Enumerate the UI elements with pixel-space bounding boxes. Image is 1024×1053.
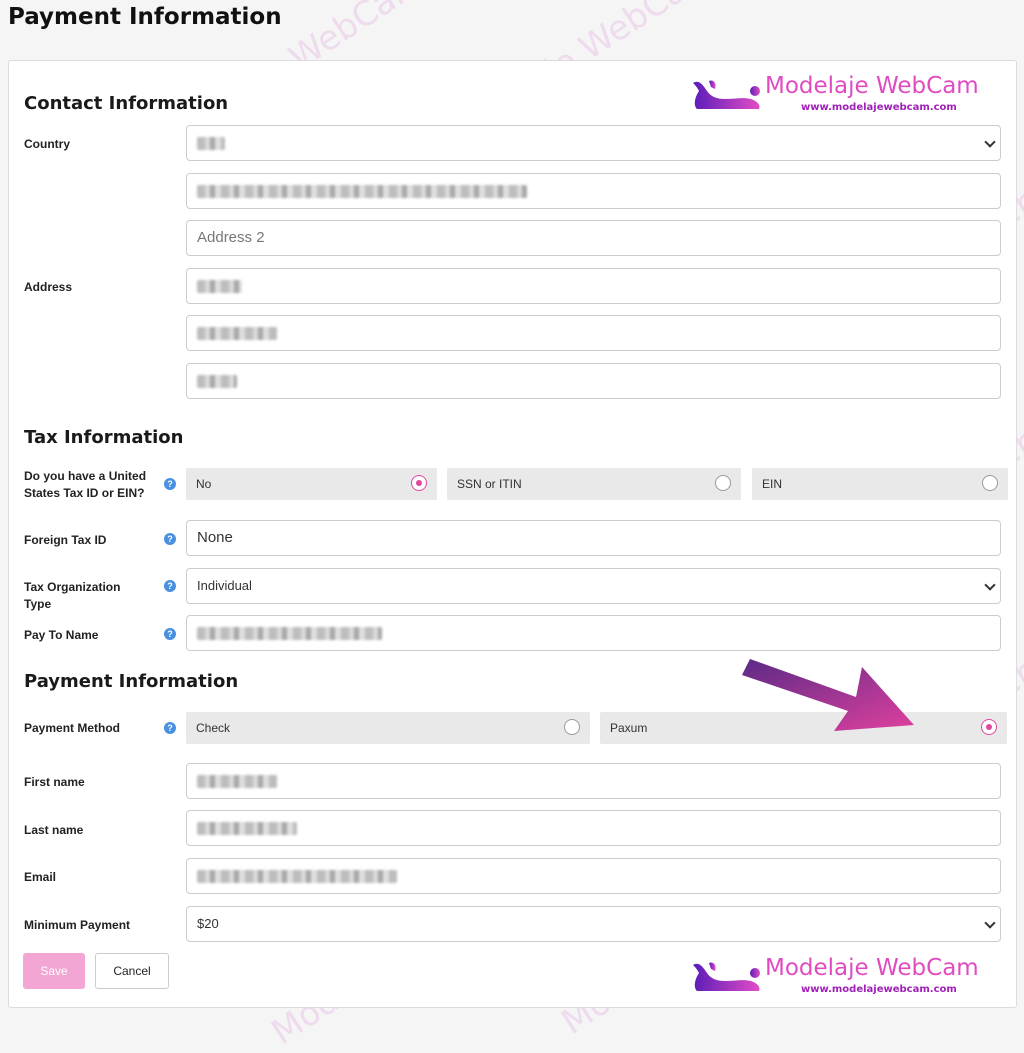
model-silhouette-icon	[693, 80, 760, 109]
payment-option-check[interactable]: Check	[186, 712, 590, 744]
brand-name: Modelaje WebCam	[765, 955, 979, 981]
country-select[interactable]	[186, 125, 1001, 161]
radio-label: Paxum	[610, 721, 648, 735]
help-icon[interactable]: ?	[164, 580, 176, 592]
radio-label: EIN	[762, 477, 783, 491]
contact-heading: Contact Information	[24, 93, 229, 114]
pay-to-label: Pay To Name	[24, 628, 99, 642]
model-silhouette-icon	[693, 962, 760, 991]
brand-logo: Modelaje WebCam www.modelajewebcam.com	[691, 73, 991, 125]
org-type-select[interactable]: Individual	[186, 568, 1001, 604]
brand-name: Modelaje WebCam	[765, 73, 979, 99]
state-field[interactable]	[186, 315, 1001, 351]
brand-logo-bottom: Modelaje WebCam www.modelajewebcam.com	[691, 955, 991, 1007]
last-name-label: Last name	[24, 823, 84, 837]
pay-to-field[interactable]	[186, 615, 1001, 651]
last-name-field[interactable]	[186, 810, 1001, 846]
min-payment-value: $20	[197, 916, 219, 931]
org-type-value: Individual	[197, 578, 252, 593]
us-tax-option-ssn[interactable]: SSN or ITIN	[447, 468, 741, 500]
radio-button[interactable]	[715, 475, 731, 491]
payment-method-label: Payment Method	[24, 721, 121, 735]
city-field[interactable]	[186, 268, 1001, 304]
radio-label: SSN or ITIN	[457, 477, 522, 491]
payment-form-card: Modelaje WebCam www.modelajewebcam.com C…	[8, 60, 1017, 1008]
address2-field[interactable]: Address 2	[186, 220, 1001, 256]
help-icon[interactable]: ?	[164, 478, 176, 490]
address-label: Address	[24, 280, 73, 294]
min-payment-select[interactable]: $20	[186, 906, 1001, 942]
help-icon[interactable]: ?	[164, 722, 176, 734]
cancel-button[interactable]: Cancel	[95, 953, 169, 989]
country-label: Country	[24, 137, 70, 151]
radio-button[interactable]	[411, 475, 427, 491]
email-label: Email	[24, 870, 57, 884]
address1-field[interactable]	[186, 173, 1001, 209]
first-name-field[interactable]	[186, 763, 1001, 799]
radio-button[interactable]	[982, 475, 998, 491]
email-field[interactable]	[186, 858, 1001, 894]
brand-url: www.modelajewebcam.com	[801, 102, 957, 113]
radio-button[interactable]	[564, 719, 580, 735]
foreign-tax-field[interactable]: None	[186, 520, 1001, 556]
page-title: Payment Information	[8, 4, 282, 30]
radio-button[interactable]	[981, 719, 997, 735]
postal-code-field[interactable]	[186, 363, 1001, 399]
tax-heading: Tax Information	[24, 427, 184, 448]
annotation-arrow-icon	[742, 659, 914, 731]
foreign-tax-label: Foreign Tax ID	[24, 533, 107, 547]
radio-label: Check	[196, 721, 231, 735]
first-name-label: First name	[24, 775, 85, 789]
save-button[interactable]: Save	[23, 953, 85, 989]
help-icon[interactable]: ?	[164, 533, 176, 545]
help-icon[interactable]: ?	[164, 628, 176, 640]
brand-url: www.modelajewebcam.com	[801, 984, 957, 995]
us-tax-option-ein[interactable]: EIN	[752, 468, 1008, 500]
radio-label: No	[196, 477, 212, 491]
min-payment-label: Minimum Payment	[24, 918, 131, 932]
payment-heading: Payment Information	[24, 671, 239, 692]
us-tax-label: Do you have a United States Tax ID or EI…	[24, 469, 147, 500]
org-type-label: Tax Organization Type	[24, 580, 121, 611]
us-tax-option-no[interactable]: No	[186, 468, 437, 500]
